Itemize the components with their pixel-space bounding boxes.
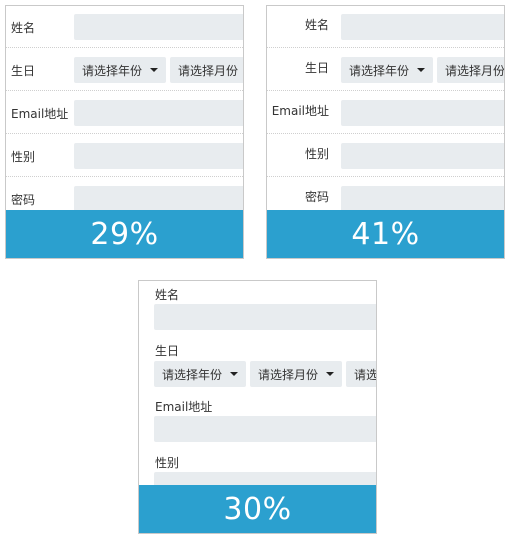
password-label: 密码 — [11, 193, 36, 207]
birthday-label: 生日 — [11, 64, 36, 78]
month-select-label: 请选择月份 — [445, 63, 505, 78]
name-row: 姓名 — [139, 281, 376, 337]
gender-row: 性别 — [6, 135, 243, 177]
year-select[interactable]: 请选择年份 — [341, 57, 434, 83]
gender-row: 性别 — [267, 135, 504, 177]
birthday-selects: 请选择年份 请选择月份 请选 — [154, 361, 377, 387]
gender-label: 性别 — [155, 456, 180, 470]
email-label: Email地址 — [155, 400, 213, 414]
name-input[interactable] — [341, 14, 504, 40]
password-label: 密码 — [304, 190, 329, 204]
chevron-down-icon — [417, 68, 426, 72]
progress-percent: 41% — [351, 216, 420, 252]
form-panel-left-aligned: 姓名 生日 请选择年份 请选择月份 Email地址 性别 密码 29% — [5, 5, 244, 259]
month-select[interactable]: 请选择月份 — [250, 361, 343, 387]
name-row: 姓名 — [267, 6, 504, 48]
birthday-label: 生日 — [155, 344, 180, 358]
birthday-row: 生日 请选择年份 请选择月份 — [267, 49, 504, 91]
year-select[interactable]: 请选择年份 — [154, 361, 247, 387]
email-row: Email地址 — [139, 393, 376, 449]
name-input[interactable] — [154, 304, 376, 330]
progress-bar: 30% — [139, 485, 376, 533]
email-label: Email地址 — [271, 104, 329, 118]
progress-percent: 30% — [223, 491, 292, 527]
email-input[interactable] — [74, 100, 243, 126]
chevron-down-icon — [230, 372, 239, 376]
progress-bar: 41% — [267, 210, 504, 258]
birthday-selects: 请选择年份 请选择月份 — [341, 57, 505, 83]
name-label: 姓名 — [304, 18, 329, 32]
birthday-label: 生日 — [304, 61, 329, 75]
progress-bar: 29% — [6, 210, 243, 258]
day-select[interactable]: 请选 — [346, 361, 377, 387]
name-input[interactable] — [74, 14, 243, 40]
gender-input[interactable] — [341, 143, 504, 169]
form-panel-top-labels: 姓名 生日 请选择年份 请选择月份 请选 Email地址 性别 30% — [138, 280, 377, 534]
email-label: Email地址 — [11, 107, 69, 121]
birthday-row: 生日 请选择年份 请选择月份 请选 — [139, 337, 376, 393]
month-select[interactable]: 请选择月份 — [170, 57, 243, 83]
chevron-down-icon — [326, 372, 335, 376]
month-select-label: 请选择月份 — [178, 63, 239, 78]
email-row: Email地址 — [6, 92, 243, 134]
email-input[interactable] — [341, 100, 504, 126]
year-select-label: 请选择年份 — [162, 367, 223, 382]
email-row: Email地址 — [267, 92, 504, 134]
chevron-down-icon — [150, 68, 159, 72]
gender-label: 性别 — [11, 150, 36, 164]
gender-label: 性别 — [304, 147, 329, 161]
name-row: 姓名 — [6, 6, 243, 48]
name-label: 姓名 — [11, 21, 36, 35]
birthday-selects: 请选择年份 请选择月份 — [74, 57, 243, 83]
form-panel-right-aligned: 姓名 生日 请选择年份 请选择月份 Email地址 性别 密码 41% — [266, 5, 505, 259]
month-select-label: 请选择月份 — [258, 367, 319, 382]
name-label: 姓名 — [155, 288, 180, 302]
password-input[interactable] — [74, 186, 243, 212]
day-select-label: 请选 — [354, 367, 377, 382]
month-select[interactable]: 请选择月份 — [437, 57, 505, 83]
birthday-row: 生日 请选择年份 请选择月份 — [6, 49, 243, 91]
progress-percent: 29% — [90, 216, 159, 252]
gender-input[interactable] — [74, 143, 243, 169]
email-input[interactable] — [154, 416, 376, 442]
year-select-label: 请选择年份 — [349, 63, 410, 78]
year-select-label: 请选择年份 — [82, 63, 143, 78]
year-select[interactable]: 请选择年份 — [74, 57, 167, 83]
password-input[interactable] — [341, 186, 504, 212]
